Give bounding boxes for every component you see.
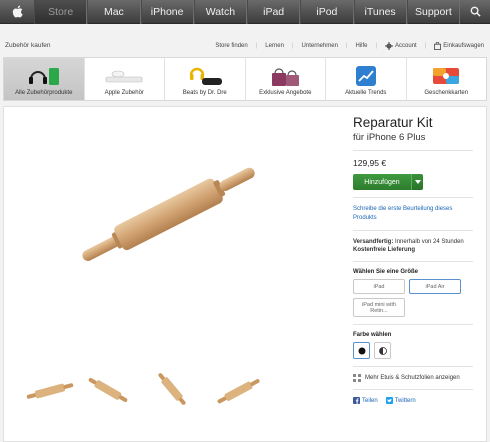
- divider: |: [345, 43, 348, 49]
- share-links: Teilen Twittern: [353, 397, 473, 404]
- product-image: [66, 162, 276, 277]
- gear-icon: [385, 42, 394, 50]
- facebook-icon: [353, 397, 360, 404]
- account-label: Account: [395, 43, 417, 49]
- add-to-cart-button[interactable]: Hinzufügen: [353, 174, 411, 190]
- divider: [353, 197, 473, 198]
- color-options: [353, 342, 473, 359]
- tab-beats[interactable]: Beats by Dr. Dre: [165, 58, 246, 100]
- category-tabs: Alle Zubehörprodukte Apple Zubehör Beats…: [3, 57, 487, 101]
- color-swatch-black[interactable]: [353, 342, 370, 359]
- handbag-icon: [268, 65, 302, 87]
- search-icon[interactable]: [460, 6, 490, 17]
- tab-apple-accessories[interactable]: Apple Zubehör: [85, 58, 165, 100]
- nav-itunes[interactable]: iTunes: [353, 0, 407, 24]
- tab-label: Apple Zubehör: [104, 90, 144, 96]
- tab-label: Exklusive Angebote: [259, 90, 312, 96]
- account-link[interactable]: Account: [385, 42, 417, 50]
- divider: [353, 230, 473, 231]
- cart-label: Einkaufswagen: [443, 43, 484, 49]
- add-options-dropdown[interactable]: [411, 174, 423, 190]
- half-dot-icon: [378, 346, 387, 355]
- product-title: Reparatur Kit: [353, 115, 433, 130]
- size-option-ipad[interactable]: iPad: [353, 279, 405, 294]
- purchase-panel: Reparatur Kit für iPhone 6 Plus 129,95 €…: [353, 115, 473, 404]
- more-cases-link[interactable]: Mehr Etuis & Schutzfolien anzeigen: [353, 374, 473, 382]
- tab-label: Aktuelle Trends: [345, 90, 387, 96]
- link-lernen[interactable]: Lernen: [265, 43, 284, 49]
- divider: [353, 366, 473, 367]
- sub-nav: Zubehör kaufen Store finden | Lernen | U…: [0, 40, 490, 54]
- mouse-keyboard-icon: [104, 65, 144, 87]
- global-nav: Store Mac iPhone Watch iPad iPod iTunes …: [0, 0, 490, 24]
- thumbnail-strip: [24, 369, 274, 409]
- share-twitter-label: Twittern: [394, 397, 416, 404]
- tab-gift-cards[interactable]: Geschenkkarten: [407, 58, 487, 100]
- divider: |: [291, 43, 294, 49]
- nav-ipod[interactable]: iPod: [300, 0, 354, 24]
- color-heading: Farbe wählen: [353, 332, 392, 338]
- color-swatch-half[interactable]: [374, 342, 391, 359]
- divider: [353, 150, 473, 151]
- product-card: Reparatur Kit für iPhone 6 Plus 129,95 €…: [3, 106, 487, 442]
- tab-current-trends[interactable]: Aktuelle Trends: [326, 58, 407, 100]
- nav-mac[interactable]: Mac: [87, 0, 141, 24]
- thumbnail[interactable]: [214, 377, 264, 405]
- divider: [353, 389, 473, 390]
- sub-nav-links: Store finden | Lernen | Unternehmen | Hi…: [215, 42, 484, 50]
- cart-link[interactable]: Einkaufswagen: [434, 42, 484, 50]
- product-subtitle: für iPhone 6 Plus: [353, 132, 426, 143]
- free-delivery: Kostenfreie Lieferung: [353, 247, 416, 253]
- divider: |: [255, 43, 258, 49]
- link-unternehmen[interactable]: Unternehmen: [302, 43, 338, 49]
- gift-card-icon: [432, 65, 460, 87]
- grid-icon: [353, 374, 361, 382]
- tab-label: Beats by Dr. Dre: [182, 90, 227, 96]
- shipping-label: Versandfertig:: [353, 239, 394, 245]
- product-price: 129,95 €: [353, 158, 387, 168]
- thumbnail[interactable]: [24, 379, 76, 403]
- nav-store[interactable]: Store: [34, 0, 88, 24]
- nav-watch[interactable]: Watch: [193, 0, 247, 24]
- twitter-icon: [385, 397, 393, 404]
- tab-all-accessories[interactable]: Alle Zubehörprodukte: [4, 58, 85, 100]
- share-facebook-label: Teilen: [362, 397, 378, 404]
- nav-support[interactable]: Support: [406, 0, 460, 24]
- tab-label: Geschenkkarten: [424, 90, 469, 96]
- black-dot-icon: [358, 347, 365, 354]
- divider: [353, 324, 473, 325]
- add-to-cart-button-group: Hinzufügen: [353, 174, 423, 190]
- divider: [353, 261, 473, 262]
- write-review-link[interactable]: Schreibe die erste Beurteilung dieses Pr…: [353, 205, 473, 223]
- shipping-value: Innerhalb von 24 Stunden: [395, 239, 464, 245]
- link-hilfe[interactable]: Hilfe: [355, 43, 367, 49]
- chevron-down-icon: [414, 180, 421, 184]
- size-options: iPad iPad Air iPad mini with Retin...: [353, 279, 473, 317]
- tab-label: Alle Zubehörprodukte: [15, 90, 73, 96]
- size-heading: Wählen Sie eine Größe: [353, 269, 419, 275]
- size-option-ipad-air[interactable]: iPad Air: [409, 279, 461, 294]
- beats-speaker-icon: [185, 65, 225, 87]
- bag-icon: [434, 42, 442, 50]
- thumbnail[interactable]: [152, 369, 192, 409]
- link-store-finden[interactable]: Store finden: [215, 43, 247, 49]
- tab-exclusive-offers[interactable]: Exklusive Angebote: [246, 58, 326, 100]
- thumbnail[interactable]: [86, 375, 130, 405]
- breadcrumb[interactable]: Zubehör kaufen: [5, 42, 51, 49]
- nav-iphone[interactable]: iPhone: [140, 0, 194, 24]
- trend-chart-icon: [355, 65, 377, 87]
- divider: |: [375, 43, 378, 49]
- twitter-share-link[interactable]: Twittern: [385, 397, 416, 404]
- divider: |: [424, 43, 427, 49]
- headphones-icon: [27, 65, 61, 87]
- apple-logo-icon[interactable]: [0, 5, 34, 18]
- facebook-share-link[interactable]: Teilen: [353, 397, 378, 404]
- shipping-info: Versandfertig: Innerhalb von 24 Stunden …: [353, 238, 473, 254]
- size-option-ipad-mini-retina[interactable]: iPad mini with Retin...: [353, 298, 405, 317]
- nav-ipad[interactable]: iPad: [247, 0, 301, 24]
- more-cases-label: Mehr Etuis & Schutzfolien anzeigen: [365, 375, 460, 381]
